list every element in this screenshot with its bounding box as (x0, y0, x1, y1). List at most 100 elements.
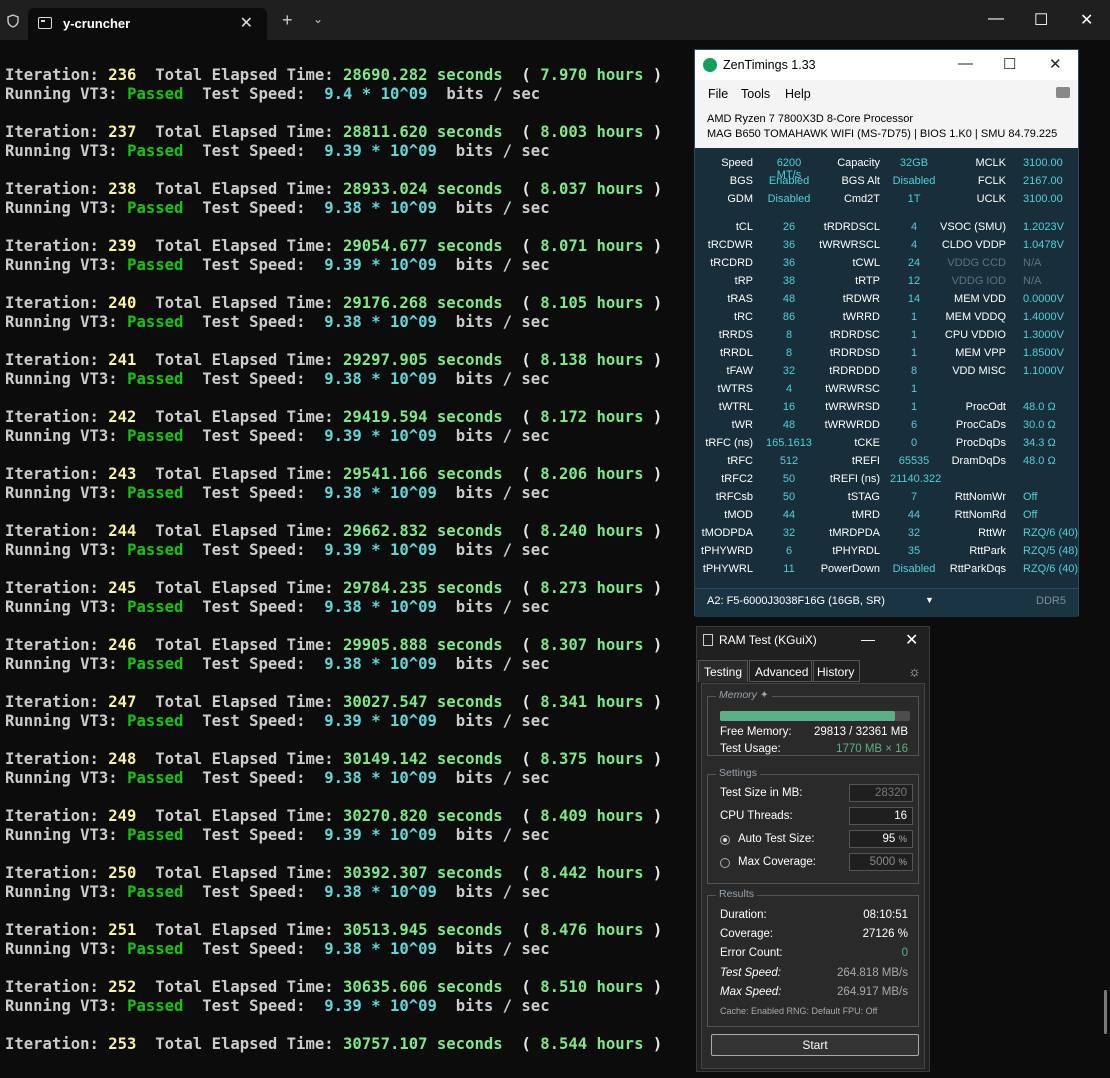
timing-label: tMRDPDA (829, 527, 880, 539)
menu-file[interactable]: File (708, 87, 728, 101)
zentimings-menubar: File Tools Help (695, 80, 1078, 108)
elapsed-label: Total Elapsed Time: (155, 864, 334, 882)
iteration-number: 248 (108, 750, 137, 768)
speed-unit: bits / sec (455, 940, 550, 958)
chevron-down-icon[interactable]: ▼ (925, 595, 934, 605)
speed-label: Test Speed: (202, 997, 306, 1015)
timing-label: ProcDqDs (955, 437, 1006, 449)
speed-label: Test Speed: (202, 826, 306, 844)
timing-label: tSTAG (847, 491, 880, 503)
menu-tools[interactable]: Tools (741, 87, 770, 101)
iteration-number: 252 (108, 978, 137, 996)
speed-value: 9.39 * 10^09 (324, 826, 437, 844)
passed-status: Passed (127, 484, 184, 502)
timing-value: 21140.322 (890, 473, 942, 485)
chevron-down-icon[interactable]: ⌄ (313, 12, 323, 26)
speed-value: 9.38 * 10^09 (324, 598, 437, 616)
timing-label: VSOC (SMU) (940, 221, 1006, 233)
close-icon[interactable]: ✕ (240, 13, 253, 33)
tab-advanced[interactable]: Advanced (749, 660, 815, 682)
iteration-label: Iteration: (5, 579, 99, 597)
minimize-icon[interactable]: — (861, 631, 875, 647)
new-tab-icon[interactable]: + (282, 10, 293, 31)
timing-label: tRTP (855, 275, 880, 287)
timing-label: tWRRD (842, 311, 880, 323)
maximize-icon[interactable]: ☐ (1003, 55, 1016, 73)
passed-status: Passed (127, 940, 184, 958)
iteration-label: Iteration: (5, 351, 99, 369)
zentimings-title: ZenTimings 1.33 (723, 58, 816, 72)
timing-value: Off (1023, 509, 1038, 521)
timing-value: 8 (910, 365, 918, 377)
timing-label: tRAS (727, 293, 753, 305)
elapsed-seconds: 29662.832 seconds (343, 522, 503, 540)
terminal-tab[interactable]: y-cruncher ✕ (28, 8, 267, 40)
timing-value: 32 (782, 527, 796, 539)
zentimings-logo-icon (703, 58, 717, 72)
elapsed-hours: 8.510 hours (540, 978, 644, 996)
timing-label: tREFI (ns) (829, 473, 880, 485)
elapsed-hours: 8.071 hours (540, 237, 644, 255)
menu-help[interactable]: Help (785, 87, 811, 101)
iteration-label: Iteration: (5, 465, 99, 483)
running-label: Running VT3: (5, 826, 118, 844)
max-coverage-input[interactable]: 5000 % (849, 853, 913, 871)
timing-value: 2167.00 (1023, 175, 1063, 187)
module-select[interactable]: A2: F5-6000J3038F16G (16GB, SR) (707, 595, 885, 607)
iteration-label: Iteration: (5, 180, 99, 198)
close-icon[interactable]: ✕ (905, 630, 918, 650)
speed-unit: bits / sec (455, 655, 550, 673)
test-usage-label: Test Usage: (720, 743, 781, 755)
iteration-label: Iteration: (5, 1035, 99, 1053)
elapsed-seconds: 29054.677 seconds (343, 237, 503, 255)
iteration-block: Iteration: 241 Total Elapsed Time: 29297… (5, 351, 663, 388)
timing-value: 32 (782, 365, 796, 377)
elapsed-hours: 8.544 hours (540, 1035, 644, 1053)
iteration-number: 246 (108, 636, 137, 654)
running-label: Running VT3: (5, 541, 118, 559)
timing-value: 8 (785, 329, 793, 341)
speed-unit: bits / sec (455, 370, 550, 388)
auto-test-size-radio[interactable] (720, 835, 730, 845)
timing-label: CLDO VDDP (941, 239, 1006, 251)
elapsed-label: Total Elapsed Time: (155, 636, 334, 654)
speed-unit: bits / sec (455, 883, 550, 901)
tab-testing[interactable]: Testing (698, 660, 749, 682)
window-close-icon[interactable]: ✕ (1080, 10, 1093, 30)
timing-value: 1.2023V (1023, 221, 1064, 233)
theme-icon[interactable]: ☼ (908, 663, 921, 679)
running-label: Running VT3: (5, 256, 118, 274)
passed-status: Passed (127, 199, 184, 217)
test-size-input[interactable]: 28320 (849, 784, 913, 802)
max-coverage-radio[interactable] (720, 858, 730, 868)
iteration-block: Iteration: 243 Total Elapsed Time: 29541… (5, 465, 663, 502)
iteration-number: 236 (108, 66, 137, 84)
minimize-icon[interactable]: — (988, 10, 1004, 28)
cpu-threads-input[interactable]: 16 (849, 807, 913, 825)
maximize-icon[interactable]: ☐ (1034, 10, 1048, 30)
camera-icon[interactable] (1056, 87, 1070, 98)
minimize-icon[interactable]: — (958, 55, 973, 72)
timing-value: 0.0000V (1023, 293, 1064, 305)
timing-label: tCKE (854, 437, 880, 449)
close-icon[interactable]: ✕ (1049, 55, 1062, 73)
tab-history[interactable]: History (811, 660, 861, 682)
auto-test-size-input[interactable]: 95 % (849, 830, 913, 848)
elapsed-seconds: 29784.235 seconds (343, 579, 503, 597)
speed-value: 9.38 * 10^09 (324, 484, 437, 502)
iteration-number: 238 (108, 180, 137, 198)
error-count-label: Error Count: (720, 947, 783, 959)
passed-status: Passed (127, 598, 184, 616)
terminal-scrollbar[interactable] (1104, 990, 1107, 1034)
timing-label: Cmd2T (843, 193, 880, 205)
passed-status: Passed (127, 541, 184, 559)
running-label: Running VT3: (5, 997, 118, 1015)
iteration-block: Iteration: 244 Total Elapsed Time: 29662… (5, 522, 663, 559)
timing-label: tRDRDSC (829, 329, 880, 341)
elapsed-seconds: 28690.282 seconds (343, 66, 503, 84)
iteration-block: Iteration: 253 Total Elapsed Time: 30757… (5, 1035, 663, 1053)
start-button[interactable]: Start (711, 1034, 919, 1056)
elapsed-label: Total Elapsed Time: (155, 978, 334, 996)
timing-label: tRFC (ns) (705, 437, 753, 449)
timing-value: 6 (910, 419, 918, 431)
